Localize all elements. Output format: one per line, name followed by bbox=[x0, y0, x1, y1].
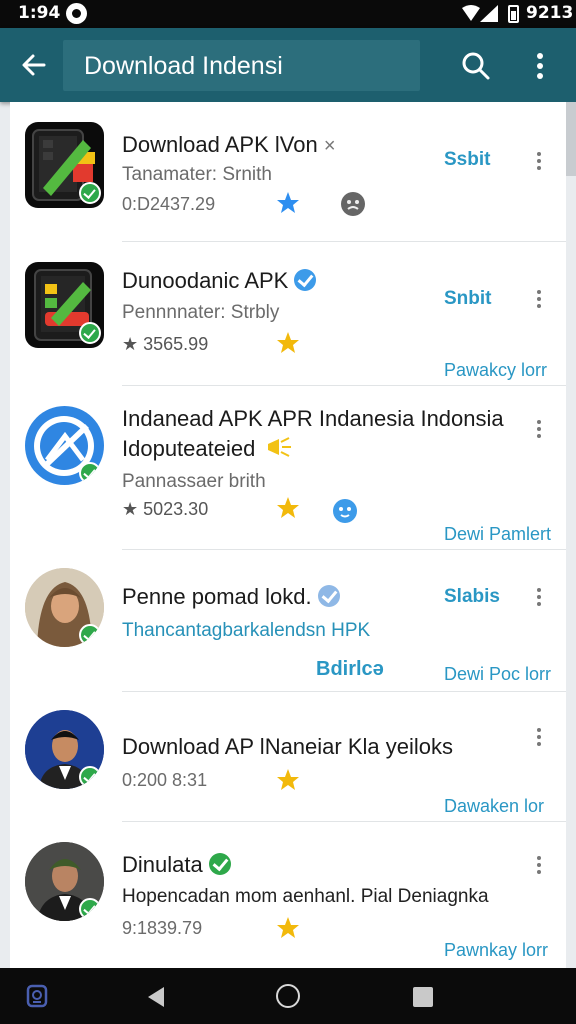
verified-icon bbox=[79, 462, 101, 484]
item-title: Dunoodanic APK bbox=[122, 268, 317, 294]
search-icon[interactable] bbox=[460, 50, 492, 82]
list-item[interactable]: Download AP lNaneiar Kla yeiloks 0:200 8… bbox=[10, 692, 566, 822]
list-item[interactable]: Penne pomad lokd. Thancantagbarkalendsn … bbox=[10, 550, 566, 692]
search-title-field[interactable]: Download Indensi bbox=[63, 40, 420, 91]
close-icon[interactable]: × bbox=[324, 135, 336, 157]
star-icon bbox=[277, 332, 299, 353]
app-icon-appstore[interactable] bbox=[25, 406, 104, 485]
item-overflow-icon[interactable] bbox=[532, 854, 546, 876]
nav-back-icon[interactable] bbox=[146, 986, 166, 1008]
star-icon bbox=[277, 192, 299, 213]
item-bottom-link[interactable]: Dewi Poc lorr bbox=[444, 664, 551, 685]
item-title: Indanead APK APR Indanesia Indonsia bbox=[122, 406, 504, 431]
overflow-menu-icon[interactable] bbox=[528, 50, 552, 82]
verified-icon bbox=[79, 322, 101, 344]
face-emoji-icon bbox=[341, 192, 365, 216]
item-meta: 9:1839.79 bbox=[122, 918, 203, 938]
item-bottom-link[interactable]: Pawnkay lorr bbox=[444, 940, 548, 961]
scrollbar-track[interactable] bbox=[566, 176, 576, 968]
item-overflow-icon[interactable] bbox=[532, 726, 546, 748]
item-overflow-icon[interactable] bbox=[532, 418, 546, 440]
results-list[interactable]: Download APK lVon × Tanamater: Srnith 0:… bbox=[10, 102, 566, 968]
megaphone-icon bbox=[268, 437, 292, 457]
status-battery-text: 9213 bbox=[526, 3, 574, 23]
verified-icon bbox=[79, 766, 101, 788]
item-middle-link[interactable]: Bdirlcə bbox=[316, 658, 384, 681]
signal-icon bbox=[480, 5, 498, 22]
item-subtitle: Thancantagbarkalendsn HPK bbox=[122, 620, 371, 641]
page-title: Download Indensi bbox=[84, 52, 283, 80]
list-item[interactable]: Indanead APK APR Indanesia Indonsia Idop… bbox=[10, 386, 566, 550]
verified-icon bbox=[79, 624, 101, 646]
app-icon-tablet[interactable] bbox=[25, 122, 104, 208]
item-subtitle: Pennnnater: Strbly bbox=[122, 302, 280, 323]
item-meta: ★ 5023.30 bbox=[122, 499, 209, 519]
item-bottom-link[interactable]: Dawaken lor bbox=[444, 796, 544, 817]
nav-home-icon[interactable] bbox=[276, 984, 300, 1008]
app-bar: Download Indensi bbox=[0, 28, 576, 102]
system-nav-bar bbox=[0, 968, 576, 1024]
item-meta: ★ 3565.99 bbox=[122, 334, 209, 354]
verified-icon bbox=[79, 898, 101, 920]
scrollbar-thumb[interactable] bbox=[566, 102, 576, 176]
avatar[interactable] bbox=[25, 710, 104, 789]
item-title-line2: Idoputeateied bbox=[122, 436, 293, 462]
verified-badge-icon bbox=[208, 853, 231, 875]
assistant-icon[interactable] bbox=[26, 984, 48, 1008]
face-emoji-icon bbox=[333, 499, 357, 523]
nav-recents-icon[interactable] bbox=[413, 987, 433, 1007]
item-title: Download AP lNaneiar Kla yeiloks bbox=[122, 734, 453, 759]
item-title: Download APK lVon × bbox=[122, 132, 336, 157]
star-icon bbox=[277, 769, 299, 790]
item-overflow-icon[interactable] bbox=[532, 586, 546, 608]
item-bottom-link[interactable]: Pawakcy lorr bbox=[444, 360, 547, 381]
verified-badge-icon bbox=[317, 585, 340, 607]
list-item[interactable]: Download APK lVon × Tanamater: Srnith 0:… bbox=[10, 102, 566, 242]
item-overflow-icon[interactable] bbox=[532, 150, 546, 172]
wifi-icon bbox=[462, 5, 480, 21]
item-subtitle: Tanamater: Srnith bbox=[122, 164, 272, 185]
notification-circle-icon bbox=[66, 3, 87, 24]
item-title: Penne pomad lokd. bbox=[122, 584, 340, 610]
verified-badge-icon bbox=[294, 269, 317, 291]
avatar[interactable] bbox=[25, 842, 104, 921]
verified-icon bbox=[79, 182, 101, 204]
item-action-button[interactable]: Snbit bbox=[444, 288, 492, 310]
item-title: Dinulata bbox=[122, 852, 231, 878]
star-icon bbox=[277, 917, 299, 938]
item-action-button[interactable]: Slabis bbox=[444, 586, 500, 608]
item-bottom-link[interactable]: Dewi Pamlert bbox=[444, 524, 551, 545]
status-bar: 1:94 9213 bbox=[0, 0, 576, 28]
status-time: 1:94 bbox=[18, 3, 61, 23]
item-subtitle: Pannassaer brith bbox=[122, 471, 266, 492]
app-icon-tablet[interactable] bbox=[25, 262, 104, 348]
item-meta: 0:D2437.29 bbox=[122, 194, 216, 214]
star-icon bbox=[277, 497, 299, 518]
list-item[interactable]: Dunoodanic APK Pennnnater: Strbly ★ 3565… bbox=[10, 242, 566, 386]
back-arrow-icon[interactable] bbox=[18, 50, 50, 80]
item-meta: 0:200 8:31 bbox=[122, 770, 208, 790]
battery-icon bbox=[508, 5, 519, 23]
item-overflow-icon[interactable] bbox=[532, 288, 546, 310]
list-item[interactable]: Dinulata Hopencadan mom aenhanl. Pial De… bbox=[10, 822, 566, 968]
avatar[interactable] bbox=[25, 568, 104, 647]
item-action-button[interactable]: Ssbit bbox=[444, 149, 490, 171]
item-subtitle: Hopencadan mom aenhanl. Pial Deniagnka bbox=[122, 886, 489, 907]
